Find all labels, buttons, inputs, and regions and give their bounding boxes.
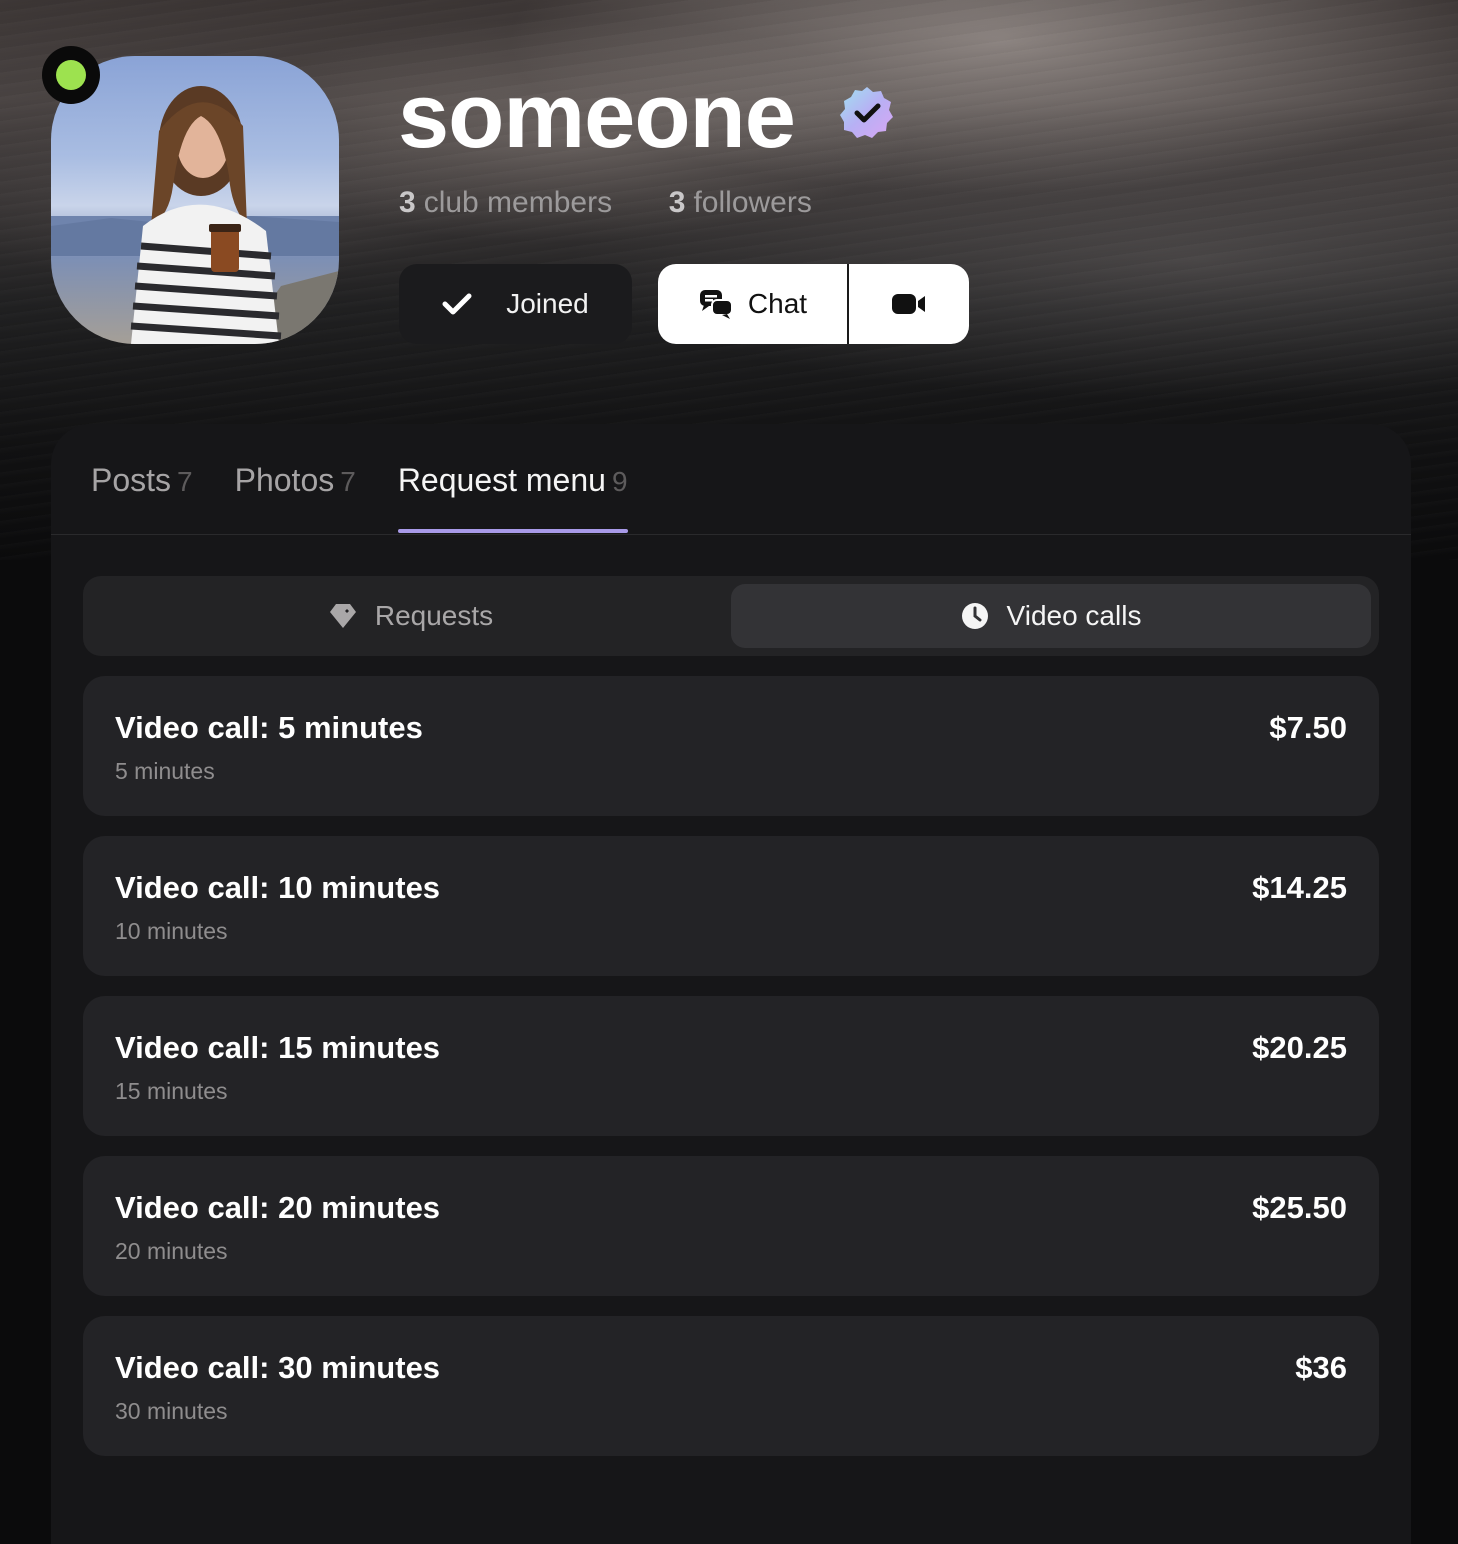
contact-button-group: Chat [658,264,969,344]
chat-label: Chat [747,288,808,319]
segment-requests[interactable]: Requests [91,584,731,648]
list-item[interactable]: Video call: 15 minutes 15 minutes $20.25 [83,996,1379,1136]
avatar-image [51,56,339,344]
segment-video-calls[interactable]: Video calls [731,584,1371,648]
club-members-stat[interactable]: 3 club members [399,186,612,219]
item-title: Video call: 5 minutes [115,710,423,745]
item-duration: 20 minutes [115,1238,228,1264]
item-title: Video call: 30 minutes [115,1350,441,1385]
profile-tabs: Posts 7 Photos 7 Request menu 9 [91,462,628,533]
profile-stats: 3 club members 3 followers [399,186,812,220]
item-duration: 5 minutes [115,758,215,784]
tab-request-menu[interactable]: Request menu 9 [397,462,628,533]
item-price: $36 [1295,1350,1347,1385]
list-item[interactable]: Video call: 5 minutes 5 minutes $7.50 [83,676,1379,816]
tabs-divider [51,534,1411,535]
item-price: $7.50 [1269,710,1347,745]
item-duration: 30 minutes [115,1398,228,1424]
profile-username: someone [398,65,796,167]
followers-stat[interactable]: 3 followers [669,186,812,219]
chat-button[interactable]: Chat [658,264,849,344]
online-indicator [42,46,100,104]
request-type-switcher: Requests Video calls [83,576,1379,656]
segment-requests-label: Requests [374,600,494,631]
item-price: $20.25 [1252,1030,1347,1065]
item-title: Video call: 10 minutes [115,870,441,905]
segment-video-calls-label: Video calls [1006,600,1142,631]
profile-content-panel: Posts 7 Photos 7 Request menu 9 Requests Vi… [51,424,1411,1544]
list-item[interactable]: Video call: 30 minutes 30 minutes $36 [83,1316,1379,1456]
list-item[interactable]: Video call: 20 minutes 20 minutes $25.50 [83,1156,1379,1296]
check-icon [442,293,472,315]
list-item[interactable]: Video call: 10 minutes 10 minutes $14.25 [83,836,1379,976]
item-price: $14.25 [1252,870,1347,905]
joined-label: Joined [506,288,589,319]
item-title: Video call: 15 minutes [115,1030,441,1065]
avatar[interactable] [51,56,339,344]
item-duration: 10 minutes [115,918,228,944]
diamond-icon [329,604,356,628]
video-call-button[interactable] [849,264,969,344]
video-camera-icon [892,294,925,314]
video-call-list: Video call: 5 minutes 5 minutes $7.50 Vi… [83,676,1379,1476]
verified-badge-icon [840,87,893,138]
item-duration: 15 minutes [115,1078,228,1104]
item-title: Video call: 20 minutes [115,1190,441,1225]
joined-button[interactable]: Joined [399,264,632,344]
chat-bubbles-icon [699,290,733,319]
clock-icon [961,603,988,629]
tab-photos[interactable]: Photos 7 [235,462,356,533]
tab-posts[interactable]: Posts 7 [91,462,193,533]
item-price: $25.50 [1252,1190,1347,1225]
